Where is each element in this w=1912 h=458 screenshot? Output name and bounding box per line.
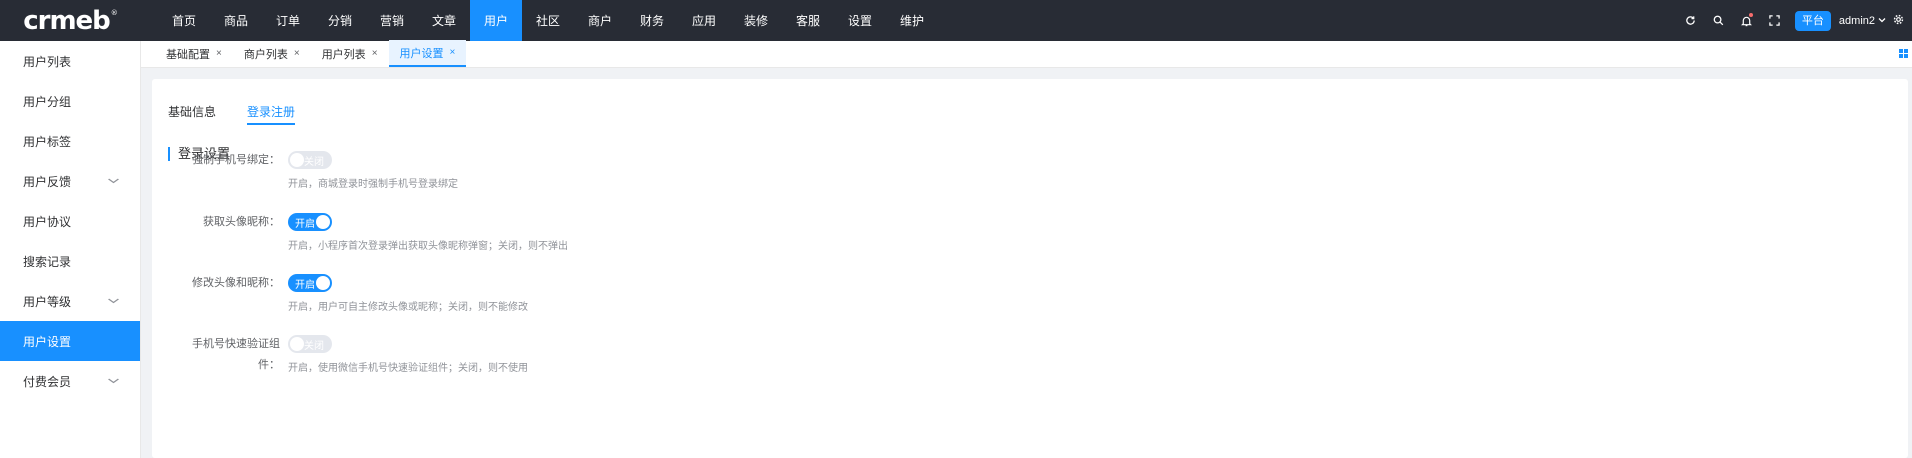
sidebar-item[interactable]: 用户标签 (0, 121, 140, 161)
toggle-state-text: 开启 (295, 218, 315, 230)
scrollbar[interactable] (1908, 68, 1912, 458)
settings-card: 基础信息 登录注册 登录设置 强制手机号绑定： 关闭 开启，商城登录时强制手机号登录绑… (152, 79, 1908, 458)
user-menu[interactable]: admin2 (1839, 15, 1886, 27)
logo-text: crmeb (23, 5, 111, 36)
setting-label-text: 获取头像昵称： (203, 216, 280, 228)
page-tabs-bar: 基础配置 × 商户列表 × 用户列表 × 用户设置 × (141, 40, 1912, 68)
sidebar-item[interactable]: 用户协议 (0, 201, 140, 241)
top-nav-item[interactable]: 商户 (574, 0, 626, 41)
sidebar-item-label: 用户标签 (23, 134, 72, 149)
username: admin2 (1838, 14, 1875, 27)
sidebar-item-label: 用户分组 (23, 94, 72, 109)
setting-toggle-switch[interactable]: 开启 (288, 213, 332, 231)
chevron-down-icon (1878, 16, 1886, 25)
notification-dot (1748, 13, 1753, 17)
toggle-knob (316, 276, 330, 290)
sidebar-item[interactable]: 用户等级 (0, 281, 140, 321)
chevron-down-icon (107, 176, 120, 186)
sidebar-item-label: 付费会员 (23, 374, 72, 389)
setting-label-line2: 件： (258, 359, 280, 371)
setting-help-text: 开启，使用微信手机号快速验证组件；关闭，则不使用 (288, 363, 528, 374)
top-nav-item[interactable]: 营销 (366, 0, 418, 41)
fullscreen-icon[interactable] (1761, 0, 1789, 41)
toggle-state-text: 开启 (295, 279, 315, 291)
setting-label: 手机号快速验证组 (152, 337, 280, 351)
top-nav-item[interactable]: 商品 (210, 0, 262, 41)
settings-sub-tab[interactable]: 登录注册 (247, 103, 296, 125)
top-nav-item[interactable]: 文章 (418, 0, 470, 41)
setting-toggle-switch[interactable]: 关闭 (288, 335, 332, 353)
grid-menu-icon[interactable] (1899, 49, 1908, 58)
settings-sub-tabs: 基础信息 登录注册 (168, 103, 326, 125)
top-nav-menu: 首页 商品 订单 分销 营销 文章 用户 社区 商户 财务 应用 装修 客服 设置 维护 (158, 0, 938, 41)
top-nav-item[interactable]: 社区 (522, 0, 574, 41)
page-tab-label: 用户设置 (399, 47, 444, 60)
top-nav-item[interactable]: 维护 (886, 0, 938, 41)
top-nav-item[interactable]: 订单 (262, 0, 314, 41)
toggle-knob (290, 337, 304, 351)
sidebar-menu: 用户列表用户分组用户标签用户反馈用户协议搜索记录用户等级用户设置付费会员 (0, 41, 141, 458)
sidebar-item-label: 用户协议 (23, 214, 72, 229)
toggle-knob (290, 153, 304, 167)
setting-label-text: 修改头像和昵称： (192, 277, 280, 289)
setting-help-text: 开启，用户可自主修改头像或昵称；关闭，则不能修改 (288, 302, 528, 313)
sidebar-item-label: 用户等级 (23, 294, 72, 309)
setting-toggle-switch[interactable]: 关闭 (288, 151, 332, 169)
platform-button[interactable]: 平台 (1794, 10, 1831, 31)
top-nav-item[interactable]: 设置 (834, 0, 886, 41)
close-icon[interactable]: × (216, 48, 222, 59)
close-icon[interactable]: × (372, 48, 378, 59)
crmeb-logo[interactable]: crmeb ® (0, 0, 140, 41)
setting-help-text: 开启，小程序首次登录弹出获取头像昵称弹窗；关闭，则不弹出 (288, 241, 568, 252)
setting-help-text: 开启，商城登录时强制手机号登录绑定 (288, 179, 458, 190)
top-nav-item[interactable]: 分销 (314, 0, 366, 41)
top-nav-item[interactable]: 应用 (678, 0, 730, 41)
setting-label: 修改头像和昵称： (152, 276, 280, 290)
top-navbar: crmeb ® 首页 商品 订单 分销 营销 文章 用户 社区 商户 财务 应用 装修 客服 设置 维护 平台… (0, 0, 1912, 41)
sidebar-item-label: 用户列表 (23, 54, 72, 69)
gear-icon[interactable] (1886, 14, 1910, 28)
page-tab[interactable]: 用户列表 × (311, 40, 389, 67)
setting-toggle-switch[interactable]: 开启 (288, 274, 332, 292)
page-tab[interactable]: 用户设置 × (388, 40, 467, 67)
top-nav-item[interactable]: 装修 (730, 0, 782, 41)
page-tab[interactable]: 商户列表 × (233, 40, 311, 67)
top-nav-item[interactable]: 首页 (158, 0, 210, 41)
top-nav-item[interactable]: 财务 (626, 0, 678, 41)
page-tab-label: 商户列表 (243, 48, 288, 61)
chevron-down-icon (107, 376, 120, 386)
setting-label: 获取头像昵称： (152, 215, 280, 229)
bell-icon[interactable] (1733, 0, 1761, 41)
toggle-state-text: 关闭 (304, 156, 324, 168)
sidebar-item[interactable]: 用户反馈 (0, 161, 140, 201)
setting-label: 强制手机号绑定： (152, 153, 280, 167)
sidebar-item-label: 搜索记录 (23, 254, 72, 269)
search-icon[interactable] (1705, 0, 1733, 41)
header-actions: 平台 admin2 (1677, 0, 1912, 41)
setting-label-text: 手机号快速验证组 (192, 338, 280, 350)
close-icon[interactable]: × (294, 48, 300, 59)
close-icon[interactable]: × (450, 47, 456, 58)
logo-registered-mark: ® (110, 8, 118, 17)
setting-label-text: 强制手机号绑定： (192, 154, 280, 166)
top-nav-item[interactable]: 客服 (782, 0, 834, 41)
page-tab-label: 基础配置 (166, 48, 210, 61)
sidebar-item-label: 用户设置 (23, 334, 72, 349)
page-tab[interactable]: 基础配置 × (155, 40, 233, 67)
sidebar-item[interactable]: 用户分组 (0, 81, 140, 121)
toggle-state-text: 关闭 (304, 340, 324, 352)
settings-sub-tab[interactable]: 基础信息 (168, 103, 216, 125)
sidebar-item[interactable]: 用户列表 (0, 41, 140, 81)
sidebar-item[interactable]: 付费会员 (0, 361, 140, 401)
sidebar-item[interactable]: 用户设置 (0, 321, 140, 361)
page-tab-label: 用户列表 (321, 48, 366, 61)
top-nav-item[interactable]: 用户 (470, 0, 522, 41)
chevron-down-icon (107, 296, 120, 306)
sidebar-item[interactable]: 搜索记录 (0, 241, 140, 281)
toggle-knob (316, 215, 330, 229)
sidebar-item-label: 用户反馈 (23, 174, 72, 189)
refresh-icon[interactable] (1677, 0, 1705, 41)
